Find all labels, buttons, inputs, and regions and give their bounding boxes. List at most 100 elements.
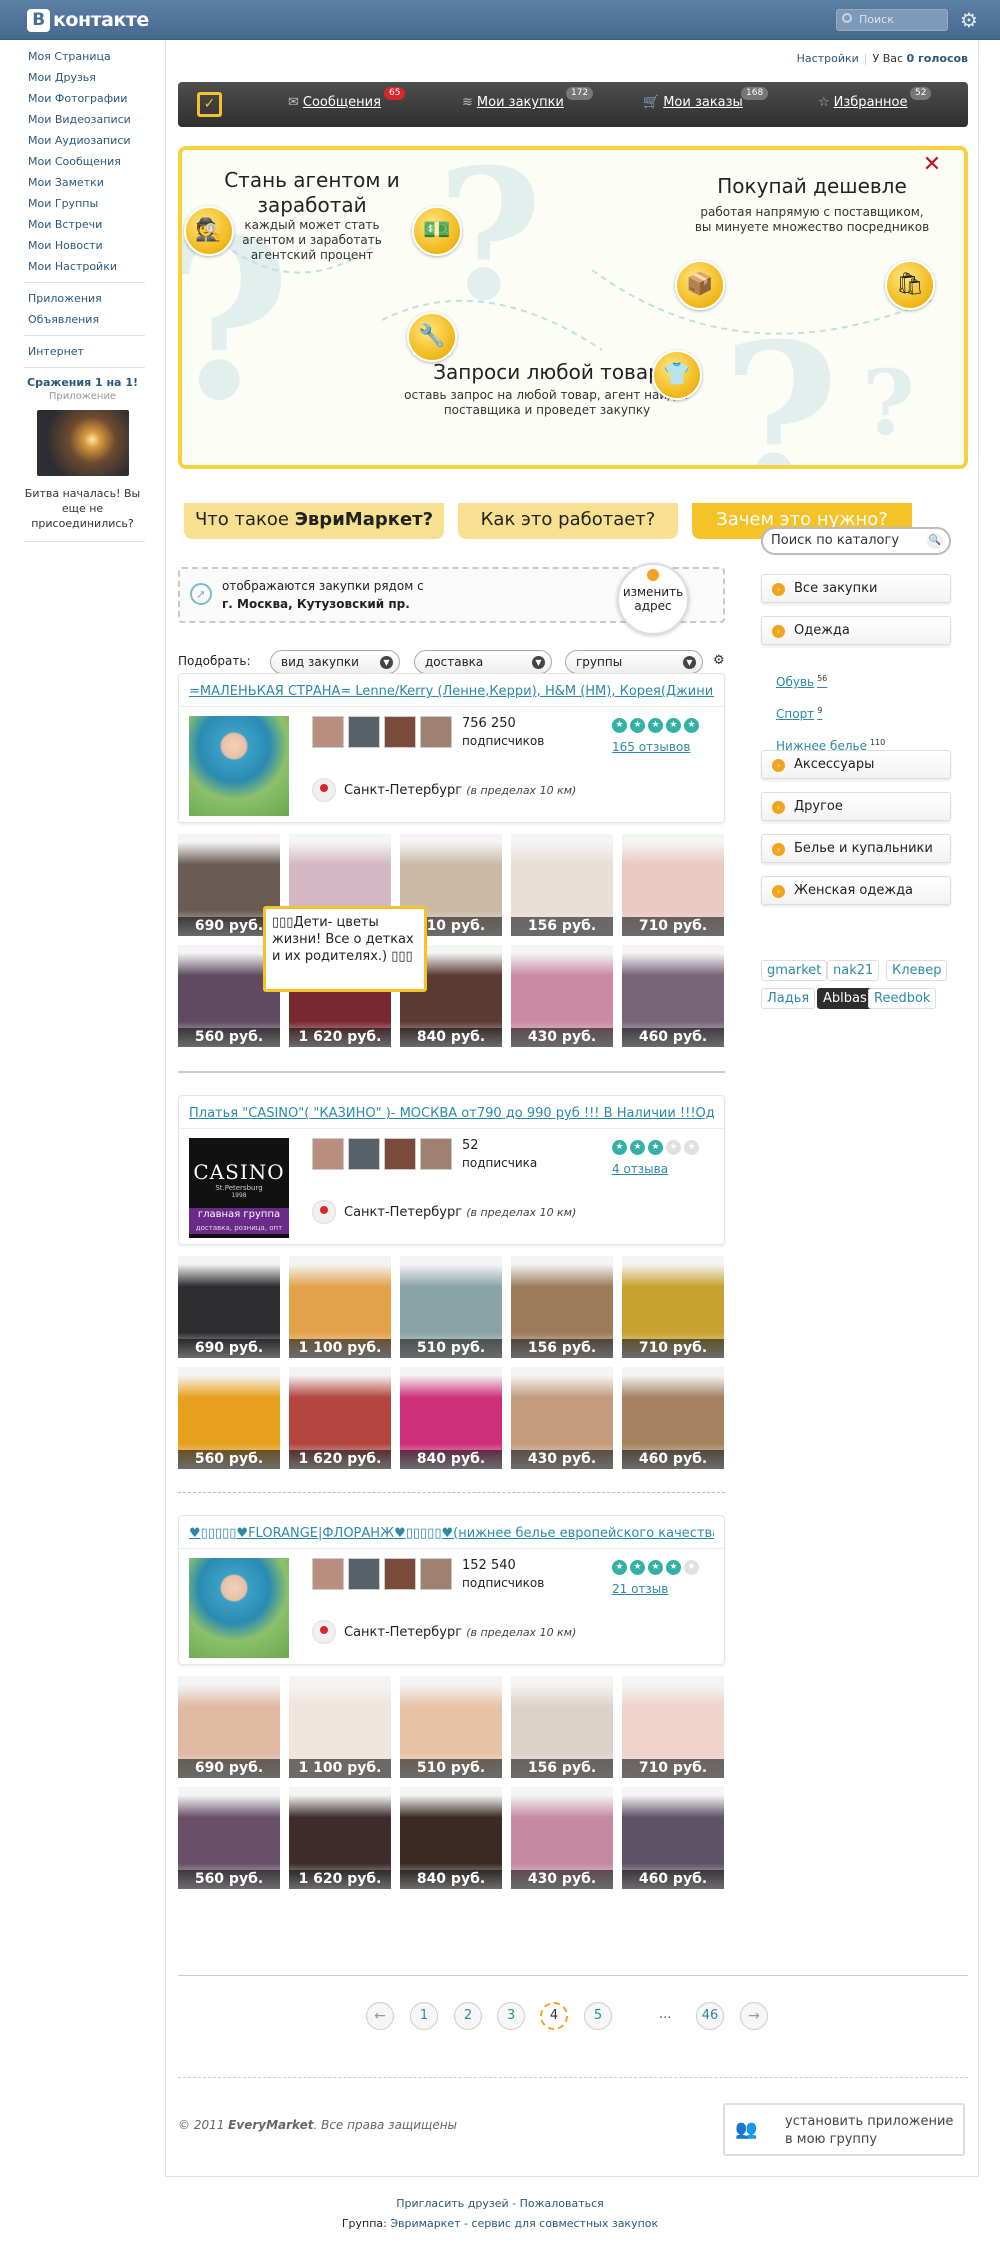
product-tile[interactable]: 840 руб.: [400, 1367, 502, 1469]
shop-avatar[interactable]: [189, 1558, 289, 1658]
pager-page[interactable]: 1: [410, 2002, 438, 2030]
promo-image[interactable]: [36, 410, 129, 476]
tag-link[interactable]: nak21: [827, 960, 880, 981]
member-thumb[interactable]: [384, 1138, 416, 1170]
product-tile[interactable]: 560 руб.: [178, 1787, 280, 1889]
product-tile[interactable]: 156 руб.: [511, 1676, 613, 1778]
pager-page[interactable]: 3: [497, 2002, 525, 2030]
member-thumb[interactable]: [384, 1558, 416, 1590]
leftnav-item[interactable]: Мои Аудиозаписи: [20, 130, 145, 151]
change-address-button[interactable]: изменить адрес: [617, 563, 689, 635]
gear-icon[interactable]: ⚙: [958, 9, 980, 31]
select-groups[interactable]: группы ▼: [565, 650, 703, 674]
leftnav-item[interactable]: Мои Группы: [20, 193, 145, 214]
report-link[interactable]: Пожаловаться: [520, 2197, 604, 2210]
product-tile[interactable]: 460 руб.: [622, 1787, 724, 1889]
select-delivery[interactable]: доставка ▼: [414, 650, 552, 674]
product-tile[interactable]: 710 руб.: [622, 834, 724, 936]
tag-link[interactable]: Ablbas: [817, 988, 873, 1009]
member-thumb[interactable]: [348, 1138, 380, 1170]
product-tile[interactable]: 430 руб.: [511, 1367, 613, 1469]
leftnav-item[interactable]: Мои Фотографии: [20, 88, 145, 109]
votes-count[interactable]: 0 голосов: [907, 52, 968, 65]
product-tile[interactable]: 460 руб.: [622, 1367, 724, 1469]
product-tile[interactable]: 510 руб.: [400, 1676, 502, 1778]
product-tile[interactable]: 560 руб.: [178, 1367, 280, 1469]
product-tile[interactable]: 1 620 руб.: [289, 1787, 391, 1889]
product-tile[interactable]: 1 100 руб.: [289, 1256, 391, 1358]
settings-link[interactable]: Настройки: [797, 52, 859, 65]
category-button[interactable]: › Все закупки: [761, 574, 951, 603]
search-icon[interactable]: 🔍: [927, 533, 943, 549]
menu-item[interactable]: 🛒 Мои заказы 168: [643, 87, 769, 110]
menu-item[interactable]: ≋ Мои закупки 172: [462, 87, 594, 110]
product-tile[interactable]: 460 руб.: [622, 945, 724, 1047]
global-search-input[interactable]: Поиск: [836, 9, 948, 31]
member-thumb[interactable]: [312, 1138, 344, 1170]
leftnav-item[interactable]: Моя Страница: [20, 46, 145, 67]
subcategory-link[interactable]: Спорт 9: [776, 706, 822, 721]
product-tile[interactable]: 690 руб.: [178, 1676, 280, 1778]
pager-page[interactable]: 46: [696, 2002, 724, 2030]
category-button[interactable]: › Аксессуары: [761, 750, 951, 779]
leftnav-item[interactable]: Мои Сообщения: [20, 151, 145, 172]
group-link[interactable]: Эвримаркет - сервис для совместных закуп…: [390, 2217, 658, 2230]
product-tile[interactable]: 710 руб.: [622, 1256, 724, 1358]
menu-item[interactable]: ✉ Сообщения 65: [288, 87, 406, 110]
category-button[interactable]: › Другое: [761, 792, 951, 821]
pager-next-button[interactable]: →: [740, 2002, 768, 2030]
invite-friends-link[interactable]: Пригласить друзей: [396, 2197, 508, 2210]
tag-link[interactable]: Ладья: [761, 988, 816, 1009]
shop-title-link[interactable]: Платья "CASINO"( "КАЗИНО" )- МОСКВА от79…: [189, 1106, 714, 1121]
leftnav-item[interactable]: Мои Заметки: [20, 172, 145, 193]
product-tile[interactable]: 840 руб.: [400, 1787, 502, 1889]
pager-prev-button[interactable]: ←: [366, 2002, 394, 2030]
member-thumb[interactable]: [312, 716, 344, 748]
product-tile[interactable]: 510 руб.: [400, 1256, 502, 1358]
leftnav-item[interactable]: Мои Новости: [20, 235, 145, 256]
shop-title-link[interactable]: ♥▯▯▯▯▯♥FLORANGE|ФЛОРАНЖ♥▯▯▯▯▯♥(нижнее бе…: [189, 1526, 714, 1541]
leftnav-item[interactable]: Мои Видеозаписи: [20, 109, 145, 130]
member-thumb[interactable]: [348, 1558, 380, 1590]
select-purchase-type[interactable]: вид закупки ▼: [270, 650, 400, 674]
category-button[interactable]: › Женская одежда: [761, 876, 951, 905]
member-thumb[interactable]: [384, 716, 416, 748]
product-tile[interactable]: 1 100 руб.: [289, 1676, 391, 1778]
member-thumb[interactable]: [312, 1558, 344, 1590]
member-thumb[interactable]: [420, 1138, 452, 1170]
product-tile[interactable]: 156 руб.: [511, 834, 613, 936]
leftnav-item[interactable]: Интернет: [20, 341, 145, 362]
reviews-link[interactable]: 165 отзывов: [612, 740, 690, 754]
tag-link[interactable]: Клевер: [886, 960, 948, 981]
tab-how-it-works[interactable]: Как это работает?: [458, 503, 678, 539]
close-icon[interactable]: ✕: [922, 154, 942, 176]
catalog-search-input[interactable]: Поиск по каталогу 🔍: [761, 527, 951, 555]
reviews-link[interactable]: 4 отзыва: [612, 1162, 668, 1176]
promo-title[interactable]: Сражения 1 на 1!: [20, 376, 145, 389]
product-tile[interactable]: 430 руб.: [511, 945, 613, 1047]
member-thumb[interactable]: [348, 716, 380, 748]
leftnav-item[interactable]: Объявления: [20, 309, 145, 330]
product-tile[interactable]: 1 620 руб.: [289, 1367, 391, 1469]
leftnav-item[interactable]: Мои Настройки: [20, 256, 145, 277]
install-app-button[interactable]: 👥 установить приложение в мою группу: [723, 2103, 965, 2156]
reviews-link[interactable]: 21 отзыв: [612, 1582, 668, 1596]
product-tile[interactable]: 430 руб.: [511, 1787, 613, 1889]
tab-what-is[interactable]: Что такое ЭвриМаркет?: [184, 503, 444, 539]
leftnav-item[interactable]: Мои Друзья: [20, 67, 145, 88]
leftnav-item[interactable]: Мои Встречи: [20, 214, 145, 235]
leftnav-item[interactable]: Приложения: [20, 288, 145, 309]
tag-link[interactable]: gmarket: [761, 960, 828, 981]
pager-page[interactable]: 2: [454, 2002, 482, 2030]
category-button[interactable]: › Белье и купальники: [761, 834, 951, 863]
member-thumb[interactable]: [420, 1558, 452, 1590]
pager-page[interactable]: 5: [584, 2002, 612, 2030]
member-thumb[interactable]: [420, 716, 452, 748]
product-tile[interactable]: 690 руб.: [178, 1256, 280, 1358]
pager-page[interactable]: 4: [540, 2002, 568, 2030]
tag-link[interactable]: Reedbok: [868, 988, 937, 1009]
category-button[interactable]: › Одежда: [761, 616, 951, 645]
vk-logo[interactable]: Вконтакте: [27, 6, 149, 34]
menu-item[interactable]: ☆ Избранное 52: [818, 87, 932, 110]
product-tile[interactable]: 710 руб.: [622, 1676, 724, 1778]
